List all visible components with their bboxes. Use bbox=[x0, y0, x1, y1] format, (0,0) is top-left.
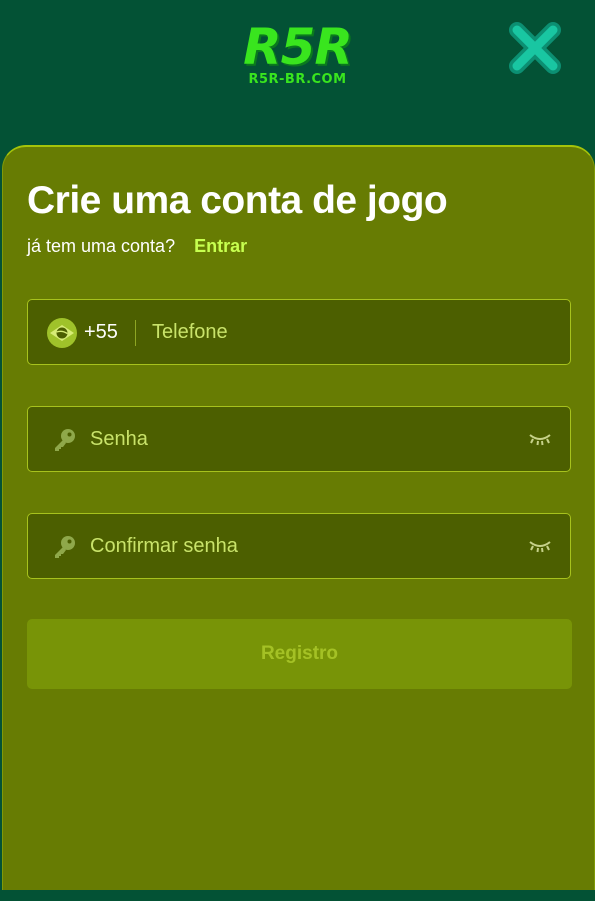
key-icon bbox=[55, 429, 75, 451]
close-icon bbox=[509, 22, 561, 74]
eye-closed-icon[interactable] bbox=[528, 539, 552, 553]
have-account-text: já tem uma conta? bbox=[27, 236, 176, 256]
header: R5R R5R-BR.COM bbox=[0, 0, 595, 145]
page-title: Crie uma conta de jogo bbox=[27, 179, 448, 222]
logo-domain-text: R5R-BR.COM bbox=[248, 72, 347, 87]
close-button[interactable] bbox=[505, 18, 565, 78]
logo-main-text: R5R bbox=[243, 18, 353, 76]
bottom-strip bbox=[0, 890, 595, 901]
confirm-password-input[interactable] bbox=[90, 514, 510, 578]
eye-closed-icon[interactable] bbox=[528, 432, 552, 446]
password-input[interactable] bbox=[90, 407, 510, 471]
phone-input[interactable] bbox=[152, 300, 552, 364]
register-panel: Crie uma conta de jogo já tem uma conta?… bbox=[2, 145, 595, 890]
phone-field[interactable]: +55 bbox=[27, 299, 571, 365]
password-field[interactable] bbox=[27, 406, 571, 472]
have-account-row: já tem uma conta? Entrar bbox=[27, 235, 247, 257]
register-button[interactable]: Registro bbox=[27, 619, 572, 689]
login-link[interactable]: Entrar bbox=[194, 236, 247, 256]
key-icon bbox=[55, 536, 75, 558]
logo: R5R R5R-BR.COM bbox=[240, 22, 355, 87]
brazil-flag-icon bbox=[47, 318, 77, 348]
field-divider bbox=[135, 320, 136, 346]
confirm-password-field[interactable] bbox=[27, 513, 571, 579]
country-code[interactable]: +55 bbox=[84, 320, 118, 344]
